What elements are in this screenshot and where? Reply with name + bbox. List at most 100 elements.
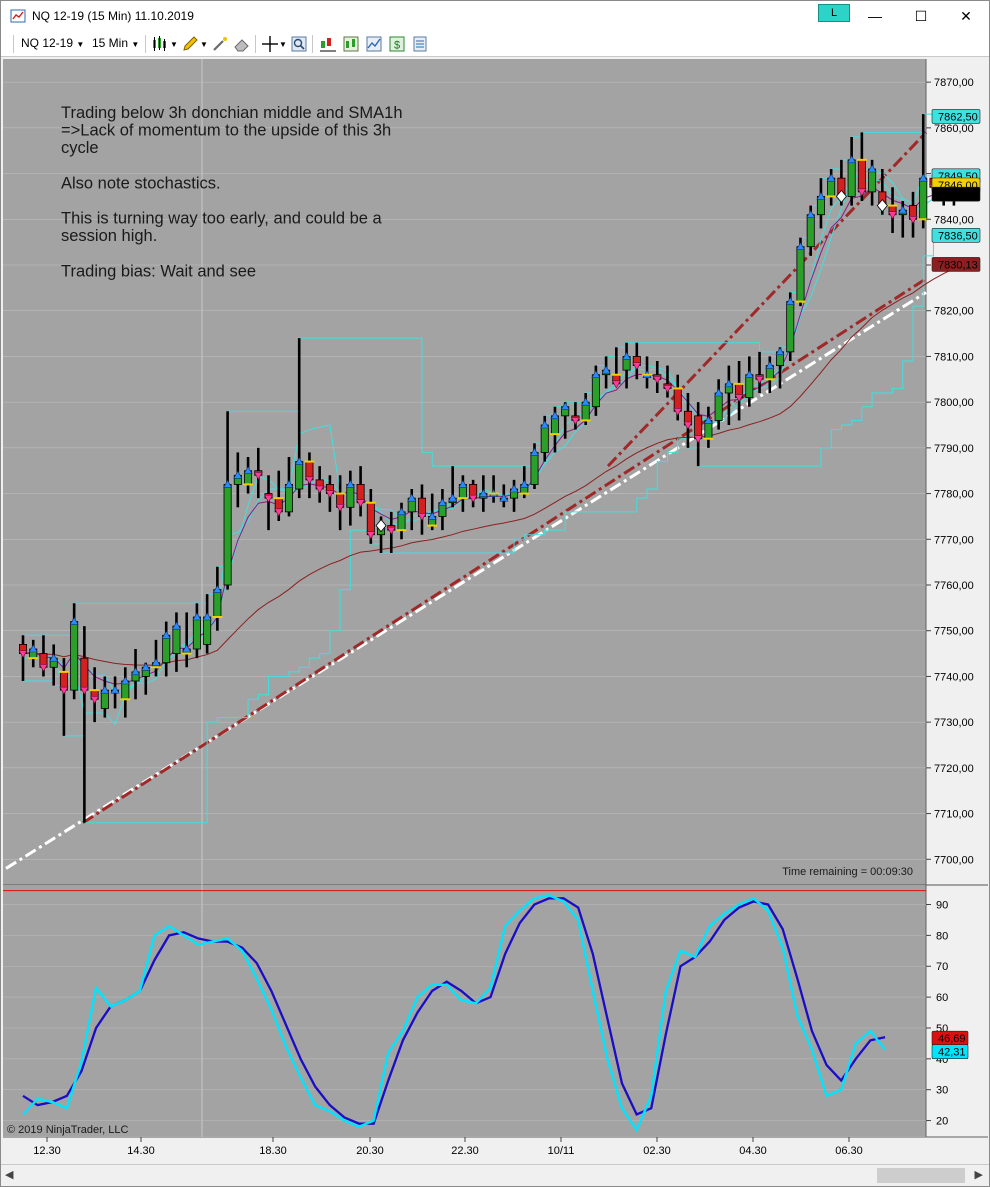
candle-body [80, 657, 89, 691]
title-bar[interactable]: NQ 12-19 (15 Min) 11.10.2019 L — ☐ ✕ [1, 1, 989, 31]
price-tag-label: 7830,13 [938, 259, 978, 271]
stoch-axis-label: 80 [936, 930, 948, 942]
drawing-tool-icon[interactable] [181, 35, 199, 53]
price-axis-label: 7790,00 [934, 443, 974, 455]
candle-body [919, 177, 928, 220]
toolbar-separator [145, 35, 146, 53]
price-tag-label: 7862,50 [938, 111, 978, 123]
window-title: NQ 12-19 (15 Min) 11.10.2019 [32, 9, 194, 23]
price-axis-label: 7730,00 [934, 717, 974, 729]
time-axis-label: 18.30 [259, 1145, 287, 1157]
annotation-line: Trading bias: Wait and see [61, 262, 256, 280]
link-button[interactable]: L [818, 4, 850, 22]
properties-icon[interactable] [411, 35, 429, 53]
chevron-down-icon: ▼ [131, 40, 140, 49]
time-axis-label: 22.30 [451, 1145, 479, 1157]
chevron-down-icon: ▼ [76, 40, 85, 49]
stoch-axis-label: 20 [936, 1116, 948, 1128]
chevron-down-icon[interactable]: ▼ [170, 40, 178, 49]
candle-body [203, 616, 212, 645]
candle-body [857, 159, 866, 193]
price-tag-label: 7836,50 [938, 230, 978, 242]
annotation-line [61, 245, 66, 263]
stochastics-panel[interactable] [3, 886, 926, 1136]
chart-window: NQ 12-19 (15 Min) 11.10.2019 L — ☐ ✕ NQ … [0, 0, 990, 1187]
maximize-button[interactable]: ☐ [898, 1, 944, 31]
scroll-thumb[interactable] [877, 1168, 965, 1183]
price-axis-label: 7770,00 [934, 534, 974, 546]
interval-selector[interactable]: 15 Min ▼ [92, 36, 139, 50]
price-axis-label: 7780,00 [934, 489, 974, 501]
instrument-label: NQ 12-19 [21, 36, 74, 50]
candle-body [694, 415, 703, 440]
price-axis-label: 7820,00 [934, 306, 974, 318]
chevron-down-icon[interactable]: ▼ [200, 40, 208, 49]
stoch-tag-label: 46,69 [938, 1033, 966, 1045]
candle-body [714, 392, 723, 421]
price-tag-label: 7845,50 [938, 189, 978, 201]
time-axis-label: 20.30 [356, 1145, 384, 1157]
stoch-tag-label: 42,31 [938, 1047, 966, 1059]
candle-body [366, 502, 375, 536]
scroll-left-icon[interactable]: ◀ [5, 1168, 13, 1181]
candle-body [346, 484, 355, 508]
scroll-right-icon[interactable]: ▶ [975, 1168, 983, 1181]
price-axis-label: 7760,00 [934, 580, 974, 592]
stochastics-tags: 46,69 42,31 [931, 1030, 969, 1060]
time-axis-label: 02.30 [643, 1145, 671, 1157]
chart-app-icon [10, 9, 26, 23]
price-axis-label: 7860,00 [934, 123, 974, 135]
minimize-button[interactable]: — [852, 1, 898, 31]
svg-text:$: $ [394, 40, 400, 52]
instrument-selector[interactable]: NQ 12-19 ▼ [21, 36, 84, 50]
zoom-icon[interactable] [290, 35, 308, 53]
trade-performance-icon[interactable]: $ [388, 35, 406, 53]
chart-area[interactable]: Trading below 3h donchian middle and SMA… [3, 59, 988, 1164]
candle-body [295, 461, 304, 490]
chevron-down-icon[interactable]: ▼ [279, 40, 287, 49]
strategies-icon[interactable] [365, 35, 383, 53]
horizontal-scrollbar[interactable]: ◀ ▶ [1, 1164, 989, 1186]
data-series-icon[interactable] [319, 35, 337, 53]
annotation-line: =>Lack of momentum to the upside of this… [61, 122, 391, 140]
indicators-icon[interactable] [342, 35, 360, 53]
bar-style-icon[interactable] [151, 35, 169, 53]
eraser-icon[interactable] [233, 35, 251, 53]
crosshair-icon[interactable] [261, 35, 279, 53]
candle-body [172, 625, 181, 654]
close-button[interactable]: ✕ [943, 1, 989, 31]
toolbar-separator [312, 35, 313, 53]
chart-toolbar: NQ 12-19 ▼ 15 Min ▼ ▼ ▼ ▼ $ [1, 31, 989, 57]
candle-body [847, 159, 856, 197]
annotation-line: Trading below 3h donchian middle and SMA… [61, 104, 403, 122]
candle-body [591, 374, 600, 408]
candle-body [70, 621, 79, 691]
candle-body [806, 214, 815, 248]
stoch-axis-label: 70 [936, 961, 948, 973]
candle-body [284, 484, 293, 513]
annotation-line: This is turning way too early, and could… [61, 210, 383, 228]
price-axis-label: 7710,00 [934, 809, 974, 821]
time-axis-label: 12.30 [33, 1145, 61, 1157]
annotation-line [61, 157, 66, 175]
time-axis-label: 04.30 [739, 1145, 767, 1157]
time-remaining: Time remaining = 00:09:30 [782, 866, 913, 878]
stoch-axis-label: 60 [936, 992, 948, 1004]
toolbar-separator [13, 35, 14, 53]
candle-body [192, 616, 201, 650]
candle-body [213, 589, 222, 618]
annotation-line: session high. [61, 227, 157, 245]
candle-body [540, 424, 549, 453]
stoch-axis-label: 90 [936, 900, 948, 912]
candle-body [223, 484, 232, 586]
price-axis-label: 7750,00 [934, 626, 974, 638]
candle-body [868, 168, 877, 193]
interval-label: 15 Min [92, 36, 129, 50]
stoch-axis-label: 30 [936, 1085, 948, 1097]
copyright-label: © 2019 NinjaTrader, LLC [7, 1124, 128, 1136]
price-axis-label: 7740,00 [934, 671, 974, 683]
candle-body [162, 634, 171, 664]
candle-body [745, 374, 754, 398]
magic-wand-icon[interactable] [211, 35, 229, 53]
price-axis-label: 7810,00 [934, 351, 974, 363]
